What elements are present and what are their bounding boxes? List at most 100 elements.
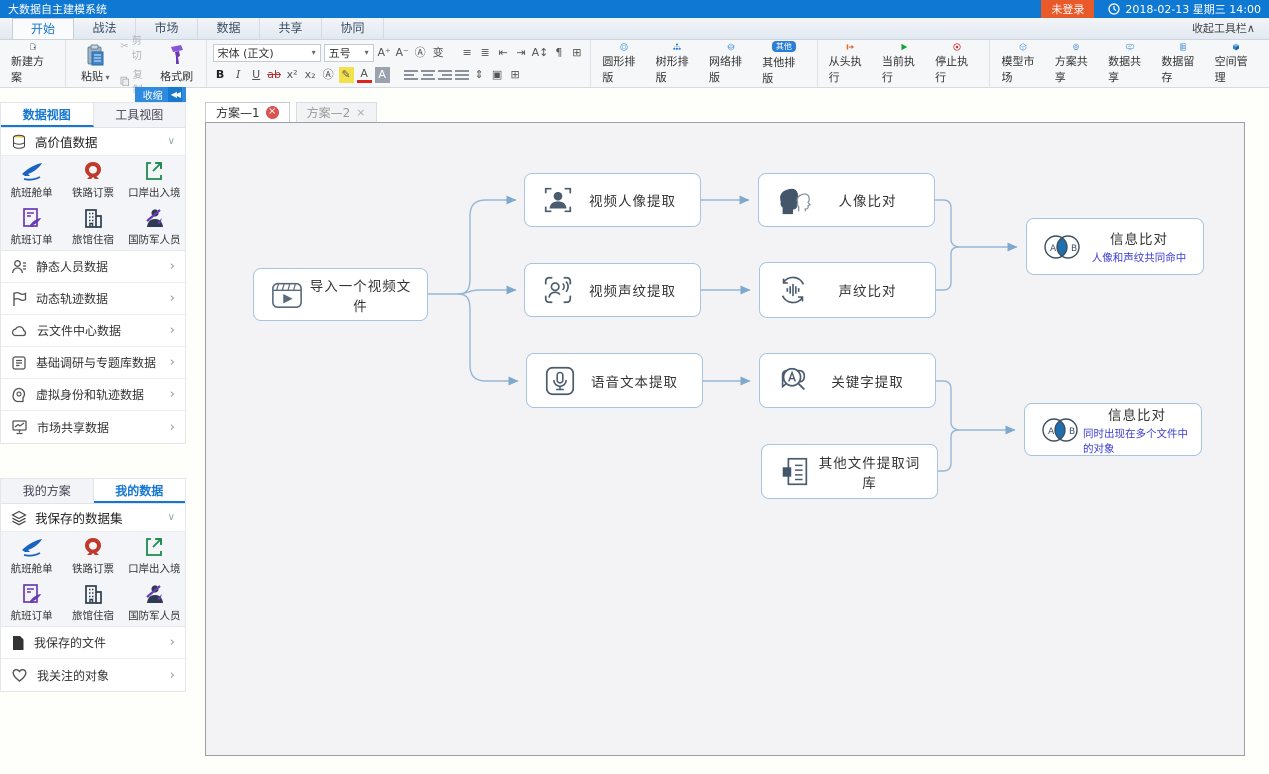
model-market-button[interactable]: 模型市场 [996, 42, 1049, 86]
align-center-button[interactable] [421, 69, 435, 81]
model-canvas[interactable]: 导入一个视频文件 视频人像提取 视频声纹提取 [205, 122, 1245, 756]
italic-button[interactable]: I [231, 67, 246, 83]
underline-button[interactable]: U [249, 67, 264, 83]
dataset-tile-flight-manifest[interactable]: 航班舱单 [1, 532, 62, 579]
shrink-font-button[interactable]: A⁻ [395, 45, 410, 61]
format-painter-button[interactable]: 格式刷 [154, 42, 200, 86]
node-voice-compare[interactable]: 声纹比对 [759, 262, 936, 318]
text-effects-button[interactable]: Ⓐ [321, 67, 336, 83]
node-video-face-extract[interactable]: 视频人像提取 [524, 173, 701, 227]
bold-button[interactable]: B [213, 67, 228, 83]
strikethrough-button[interactable]: ab [267, 67, 282, 83]
align-left-button[interactable] [404, 69, 418, 81]
space-manage-button[interactable]: 空间管理 [1210, 42, 1263, 86]
shading-button[interactable]: ▣ [490, 67, 505, 83]
new-plan-button[interactable]: 新建方案 [6, 42, 59, 86]
plan-tab-1[interactable]: 方案—1 × [205, 102, 290, 122]
bullet-list-button[interactable]: ≡ [460, 45, 475, 61]
node-video-voice-extract[interactable]: 视频声纹提取 [524, 263, 701, 317]
port-entry-icon [143, 536, 165, 558]
paragraph-mark-button[interactable]: ¶ [551, 45, 566, 61]
category-cloud-files[interactable]: 云文件中心数据› [1, 315, 185, 347]
sidebar-collapse-button[interactable]: 收缩 ◀◀ [135, 87, 186, 102]
plan-share-button[interactable]: 方案共享 [1050, 42, 1103, 86]
venn-diagram-icon: A B [1039, 231, 1085, 263]
tab-data-view[interactable]: 数据视图 [1, 103, 94, 127]
node-info-compare-2[interactable]: A B 信息比对 同时出现在多个文件中的对象 [1024, 403, 1202, 456]
superscript-button[interactable]: x² [285, 67, 300, 83]
node-info-compare-1[interactable]: A B 信息比对 人像和声纹共同命中 [1026, 218, 1204, 275]
dataset-tile-railway[interactable]: 铁路订票 [62, 156, 123, 203]
align-justify-button[interactable] [455, 69, 469, 81]
railway-icon [82, 536, 104, 558]
node-other-files-lexicon[interactable]: 其他文件提取词库 [761, 444, 938, 499]
saved-datasets-header[interactable]: 我保存的数据集 ∨ [1, 504, 185, 532]
dataset-tile-military[interactable]: 国防军人员 [124, 203, 185, 250]
collapse-toolbar-button[interactable]: 收起工具栏∧ [1192, 19, 1269, 39]
category-research-library[interactable]: 基础调研与专题库数据› [1, 347, 185, 379]
category-dynamic-track[interactable]: 动态轨迹数据› [1, 283, 185, 315]
dataset-tile-border-entry[interactable]: 口岸出入境 [124, 532, 185, 579]
tree-layout-button[interactable]: 树形排版 [651, 42, 704, 86]
data-share-button[interactable]: 数据共享 [1103, 42, 1156, 86]
table-button[interactable]: ⊞ [569, 45, 584, 61]
plan-tab-2[interactable]: 方案—2 × [296, 102, 377, 122]
node-import-video[interactable]: 导入一个视频文件 [253, 268, 428, 321]
numbered-list-button[interactable]: ≣ [478, 45, 493, 61]
dataset-tile-flight-order[interactable]: 航班订单 [1, 579, 62, 626]
circle-layout-button[interactable]: 圆形排版 [597, 42, 650, 86]
run-current-button[interactable]: 当前执行 [877, 42, 930, 86]
run-from-start-button[interactable]: 从头执行 [824, 42, 877, 86]
row-my-followed-objects[interactable]: 我关注的对象› [1, 659, 185, 691]
document-lexicon-icon [778, 455, 812, 489]
dataset-tile-hotel[interactable]: 旅馆住宿 [62, 203, 123, 250]
subscript-button[interactable]: x₂ [303, 67, 318, 83]
tab-my-plans[interactable]: 我的方案 [1, 479, 94, 503]
tab-my-data[interactable]: 我的数据 [94, 479, 186, 503]
dataset-tile-flight-order[interactable]: 航班订单 [1, 203, 62, 250]
copy-icon [120, 76, 129, 86]
align-right-button[interactable] [438, 69, 452, 81]
stop-button[interactable]: 停止执行 [930, 42, 983, 86]
login-status-badge[interactable]: 未登录 [1041, 0, 1094, 18]
dataset-tile-border-entry[interactable]: 口岸出入境 [124, 156, 185, 203]
highlight-button[interactable]: ✎ [339, 67, 354, 83]
phonetic-button[interactable]: 变 [431, 45, 446, 61]
data-retention-button[interactable]: 数据留存 [1156, 42, 1209, 86]
node-face-compare[interactable]: 人像比对 [758, 173, 935, 227]
row-my-saved-files[interactable]: 我保存的文件› [1, 627, 185, 659]
sort-button[interactable]: A↕ [532, 45, 549, 61]
server-stack-icon [1171, 43, 1195, 51]
category-virtual-identity[interactable]: 虚拟身份和轨迹数据› [1, 379, 185, 411]
node-keyword-extract[interactable]: 关键字提取 [759, 353, 936, 408]
network-layout-button[interactable]: 网络排版 [704, 42, 757, 86]
category-static-person[interactable]: 静态人员数据› [1, 251, 185, 283]
dataset-tile-hotel[interactable]: 旅馆住宿 [62, 579, 123, 626]
grow-font-button[interactable]: A⁺ [377, 45, 392, 61]
dataset-tile-flight-manifest[interactable]: 航班舱单 [1, 156, 62, 203]
category-market-share[interactable]: 市场共享数据› [1, 411, 185, 443]
ribbon-tab-collab[interactable]: 协同 [322, 18, 384, 39]
cut-button[interactable]: ✂ 剪切 [120, 32, 151, 62]
char-shading-button[interactable]: A [375, 67, 390, 83]
char-style-button[interactable]: Ⓐ [413, 45, 428, 61]
close-tab-icon[interactable]: × [356, 106, 365, 119]
node-speech-text-extract[interactable]: 语音文本提取 [526, 353, 703, 408]
close-tab-icon[interactable]: × [266, 106, 279, 119]
ribbon-tab-share[interactable]: 共享 [260, 18, 322, 39]
font-size-select[interactable]: 五号▾ [324, 44, 374, 62]
borders-button[interactable]: ⊞ [508, 67, 523, 83]
ribbon-tab-start[interactable]: 开始 [12, 18, 74, 39]
outdent-button[interactable]: ⇤ [496, 45, 511, 61]
font-color-button[interactable]: A [357, 67, 372, 83]
font-name-select[interactable]: 宋体 (正文)▾ [213, 44, 321, 62]
other-layout-button[interactable]: 其他 其他排版 [757, 42, 810, 86]
line-spacing-button[interactable]: ⇕ [472, 67, 487, 83]
dataset-tile-railway[interactable]: 铁路订票 [62, 532, 123, 579]
dataset-tile-military[interactable]: 国防军人员 [124, 579, 185, 626]
ribbon-tab-data[interactable]: 数据 [198, 18, 260, 39]
paste-button[interactable]: 粘贴 ▾ [72, 42, 118, 86]
indent-button[interactable]: ⇥ [514, 45, 529, 61]
tab-tool-view[interactable]: 工具视图 [94, 103, 186, 127]
high-value-data-header[interactable]: 高价值数据 ∨ [1, 128, 185, 156]
